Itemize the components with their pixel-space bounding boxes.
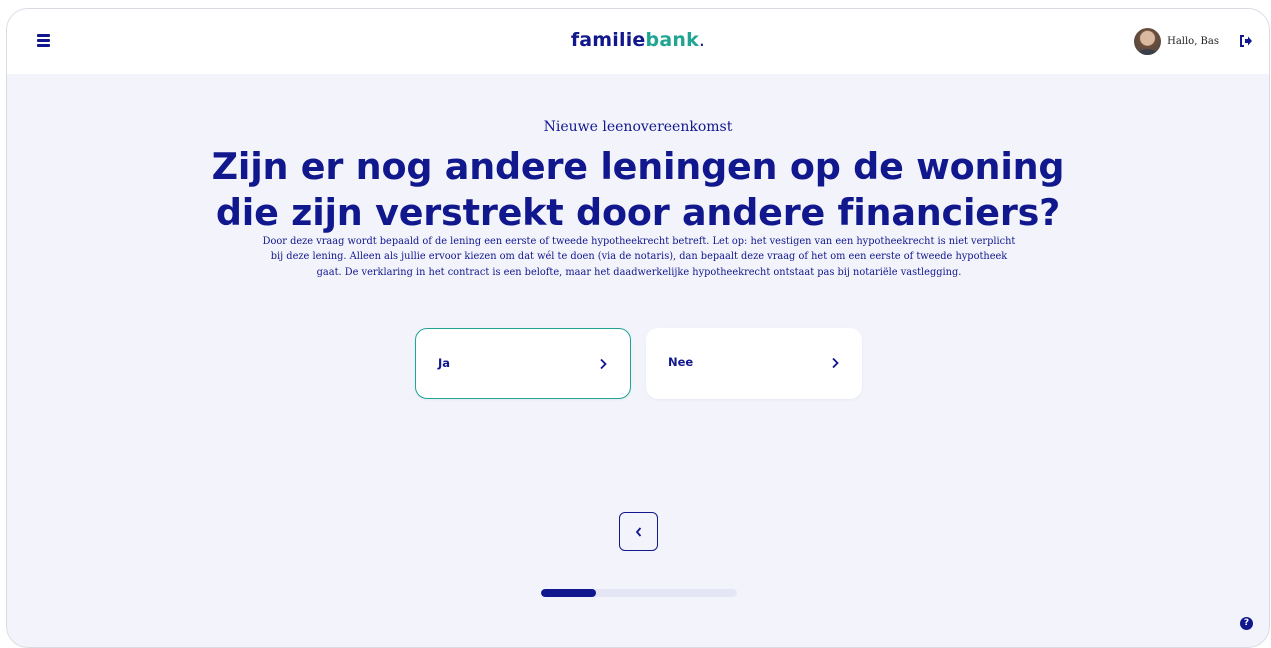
logo-dot: . xyxy=(698,29,706,51)
chevron-right-icon xyxy=(832,357,839,369)
logo-text-accent: bank xyxy=(645,29,699,51)
option-ja-button[interactable]: Ja xyxy=(415,328,631,399)
question-line-2: die zijn verstrekt door andere financier… xyxy=(215,191,1061,234)
help-button[interactable]: ? xyxy=(1240,617,1253,630)
progress-fill xyxy=(541,589,596,597)
question-description: Door deze vraag wordt bepaald of de leni… xyxy=(262,236,1016,278)
logo[interactable]: familiebank. xyxy=(7,29,1269,51)
user-menu: Hallo, Bas xyxy=(1134,27,1253,55)
logo-text-main: familie xyxy=(570,29,646,51)
top-bar: familiebank. Hallo, Bas xyxy=(7,9,1269,74)
main-content: Nieuwe leenovereenkomst Zijn er nog ande… xyxy=(7,74,1269,647)
question-heading: Zijn er nog andere leningen op de woning… xyxy=(7,144,1269,236)
option-nee-button[interactable]: Nee xyxy=(646,328,862,399)
chevron-left-icon xyxy=(635,527,642,537)
chevron-right-icon xyxy=(600,358,607,370)
avatar[interactable] xyxy=(1134,27,1162,55)
progress-bar xyxy=(541,589,737,597)
question-line-1: Zijn er nog andere leningen op de woning xyxy=(211,145,1065,188)
user-greeting: Hallo, Bas xyxy=(1167,35,1219,47)
option-label: Nee xyxy=(668,355,694,369)
back-button[interactable] xyxy=(619,512,658,551)
logout-icon[interactable] xyxy=(1239,34,1253,48)
option-label: Ja xyxy=(438,356,451,370)
flow-title: Nieuwe leenovereenkomst xyxy=(543,119,733,135)
app-window: familiebank. Hallo, Bas Nieuwe leenovere… xyxy=(6,8,1270,648)
